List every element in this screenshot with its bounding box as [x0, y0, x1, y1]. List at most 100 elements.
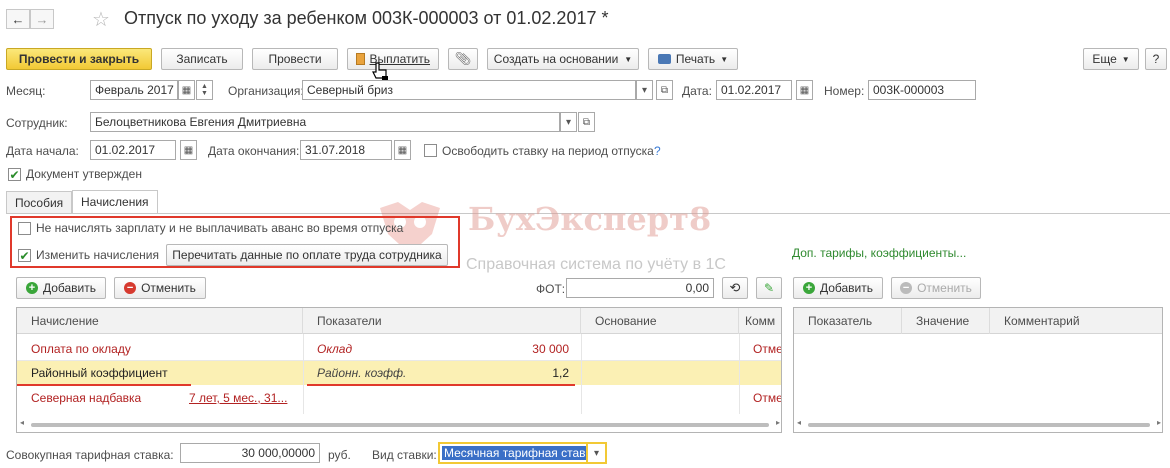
col-comment[interactable]: Комментарий [990, 308, 1162, 334]
add-label: Добавить [42, 281, 97, 295]
tab-accruals[interactable]: Начисления [72, 190, 158, 213]
month-field[interactable]: Февраль 2017 [90, 80, 178, 100]
pay-button[interactable]: Выплатить [347, 48, 439, 70]
start-date-field[interactable]: 01.02.2017 [90, 140, 176, 160]
employee-field[interactable]: Белоцветникова Евгения Дмитриевна [90, 112, 560, 132]
row-comment: Отме [753, 342, 782, 356]
horizontal-scrollbar[interactable]: ◂ ▸ [17, 418, 781, 432]
payment-doc-icon [356, 53, 365, 65]
printer-icon [657, 54, 671, 64]
favorite-star-icon[interactable]: ☆ [92, 7, 110, 32]
date-field[interactable]: 01.02.2017 [716, 80, 792, 100]
table-row-selected[interactable]: Районный коэффициент Районн. коэфф. 1,2 [17, 361, 781, 385]
calendar-icon: ▦ [397, 144, 408, 156]
indicators-table-header: Показатель Значение Комментарий [794, 308, 1162, 334]
tab-benefits[interactable]: Пособия [6, 191, 73, 213]
free-rate-help-icon[interactable]: ? [654, 144, 661, 158]
total-rate-field[interactable]: 30 000,00000 [180, 443, 320, 463]
col-accrual[interactable]: Начисление [17, 308, 303, 334]
more-button[interactable]: Еще ▼ [1083, 48, 1139, 70]
add-indicator-button[interactable]: + Добавить [793, 277, 883, 299]
help-button[interactable]: ? [1145, 48, 1167, 70]
organization-label: Организация: [228, 84, 304, 98]
number-field[interactable]: 003К-000003 [868, 80, 976, 100]
month-spin-button[interactable]: ▲ ▼ [196, 80, 213, 100]
print-button[interactable]: Печать ▼ [648, 48, 738, 70]
rate-kind-select[interactable]: Месячная тарифная ставк [438, 442, 588, 464]
spin-down-icon: ▼ [201, 90, 208, 97]
paperclip-icon: 📎︎ [454, 51, 472, 66]
horizontal-scrollbar[interactable]: ◂ ▸ [794, 418, 1162, 432]
fot-field[interactable]: 0,00 [566, 278, 714, 298]
date-calendar-button[interactable]: ▦ [796, 80, 813, 100]
chevron-down-icon: ▼ [624, 54, 633, 64]
scroll-left-icon[interactable]: ◂ [797, 418, 801, 427]
calendar-button[interactable]: ▦ [178, 80, 195, 100]
watermark-subtitle: Справочная система по учёту в 1С [466, 256, 726, 273]
refresh-fot-button[interactable]: ⟲ [722, 277, 748, 299]
create-based-on-button[interactable]: Создать на основании ▼ [487, 48, 639, 70]
indicator-value: 30 000 [532, 342, 569, 356]
rate-kind-dropdown-button[interactable]: ▾ [588, 442, 607, 464]
employee-open-button[interactable]: ⧉ [578, 112, 595, 132]
post-button[interactable]: Провести [252, 48, 338, 70]
indicator-name: Оклад [317, 342, 353, 356]
organization-dropdown-button[interactable]: ▾ [636, 80, 653, 100]
rate-kind-value: Месячная тарифная ставк [442, 446, 586, 460]
edit-fot-button[interactable]: ✎ [756, 277, 782, 299]
more-label: Еще [1092, 52, 1117, 66]
end-date-field[interactable]: 31.07.2018 [300, 140, 392, 160]
accruals-table[interactable]: Начисление Показатели Основание Комм Опл… [16, 307, 782, 433]
calendar-icon: ▦ [181, 84, 192, 96]
date-label: Дата: [682, 84, 712, 98]
chevron-down-icon: ▾ [593, 447, 600, 459]
scroll-right-icon[interactable]: ▸ [1157, 418, 1161, 427]
chevron-down-icon: ▼ [720, 54, 729, 64]
employee-dropdown-button[interactable]: ▾ [560, 112, 577, 132]
scroll-right-icon[interactable]: ▸ [776, 418, 780, 427]
col-indicators[interactable]: Показатели [303, 308, 581, 334]
approved-checkbox[interactable]: ✔ [8, 168, 21, 181]
arrow-left-icon: ← [11, 11, 25, 27]
calendar-icon: ▦ [799, 84, 810, 96]
end-date-calendar-button[interactable]: ▦ [394, 140, 411, 160]
cancel-label: Отменить [141, 281, 196, 295]
attach-button[interactable]: 📎︎ [448, 48, 478, 70]
arrow-right-icon: → [35, 11, 49, 27]
start-date-calendar-button[interactable]: ▦ [180, 140, 197, 160]
cancel-indicator-button[interactable]: − Отменить [891, 277, 981, 299]
scroll-thumb[interactable] [808, 423, 1150, 427]
save-button[interactable]: Записать [161, 48, 243, 70]
currency-label: руб. [328, 448, 351, 462]
free-rate-label: Освободить ставку на период отпуска [442, 144, 654, 158]
col-comment[interactable]: Комм [739, 308, 781, 334]
open-link-icon: ⧉ [582, 116, 591, 128]
organization-field[interactable]: Северный бриз [302, 80, 636, 100]
organization-open-button[interactable]: ⧉ [656, 80, 673, 100]
free-rate-checkbox[interactable] [424, 144, 437, 157]
indicators-table[interactable]: Показатель Значение Комментарий ◂ ▸ [793, 307, 1163, 433]
chevron-down-icon: ▾ [641, 84, 648, 96]
col-value[interactable]: Значение [902, 308, 990, 334]
print-label: Печать [675, 52, 716, 66]
cancel-label: Отменить [917, 281, 972, 295]
rate-kind-label: Вид ставки: [372, 448, 437, 462]
minus-circle-icon: − [124, 282, 137, 294]
cancel-accrual-button[interactable]: − Отменить [114, 277, 206, 299]
fot-label: ФОТ: [536, 282, 566, 296]
nav-back-button[interactable]: ← [6, 9, 30, 29]
add-accrual-button[interactable]: + Добавить [16, 277, 106, 299]
col-indicator[interactable]: Показатель [794, 308, 902, 334]
col-basis[interactable]: Основание [581, 308, 739, 334]
post-and-close-button[interactable]: Провести и закрыть [6, 48, 152, 70]
nav-forward-button[interactable]: → [30, 9, 54, 29]
pencil-icon: ✎ [763, 281, 775, 295]
table-row[interactable]: Оплата по окладу Оклад 30 000 Отме [17, 338, 782, 360]
accrual-detail-link[interactable]: 7 лет, 5 мес., 31... [189, 387, 301, 409]
table-row[interactable]: Северная надбавка 7 лет, 5 мес., 31... О… [17, 387, 781, 409]
minus-circle-icon: − [900, 282, 913, 294]
scroll-left-icon[interactable]: ◂ [20, 418, 24, 427]
end-date-label: Дата окончания: [208, 144, 300, 158]
scroll-thumb[interactable] [31, 423, 769, 427]
extra-rates-link[interactable]: Доп. тарифы, коэффициенты... [792, 246, 966, 260]
